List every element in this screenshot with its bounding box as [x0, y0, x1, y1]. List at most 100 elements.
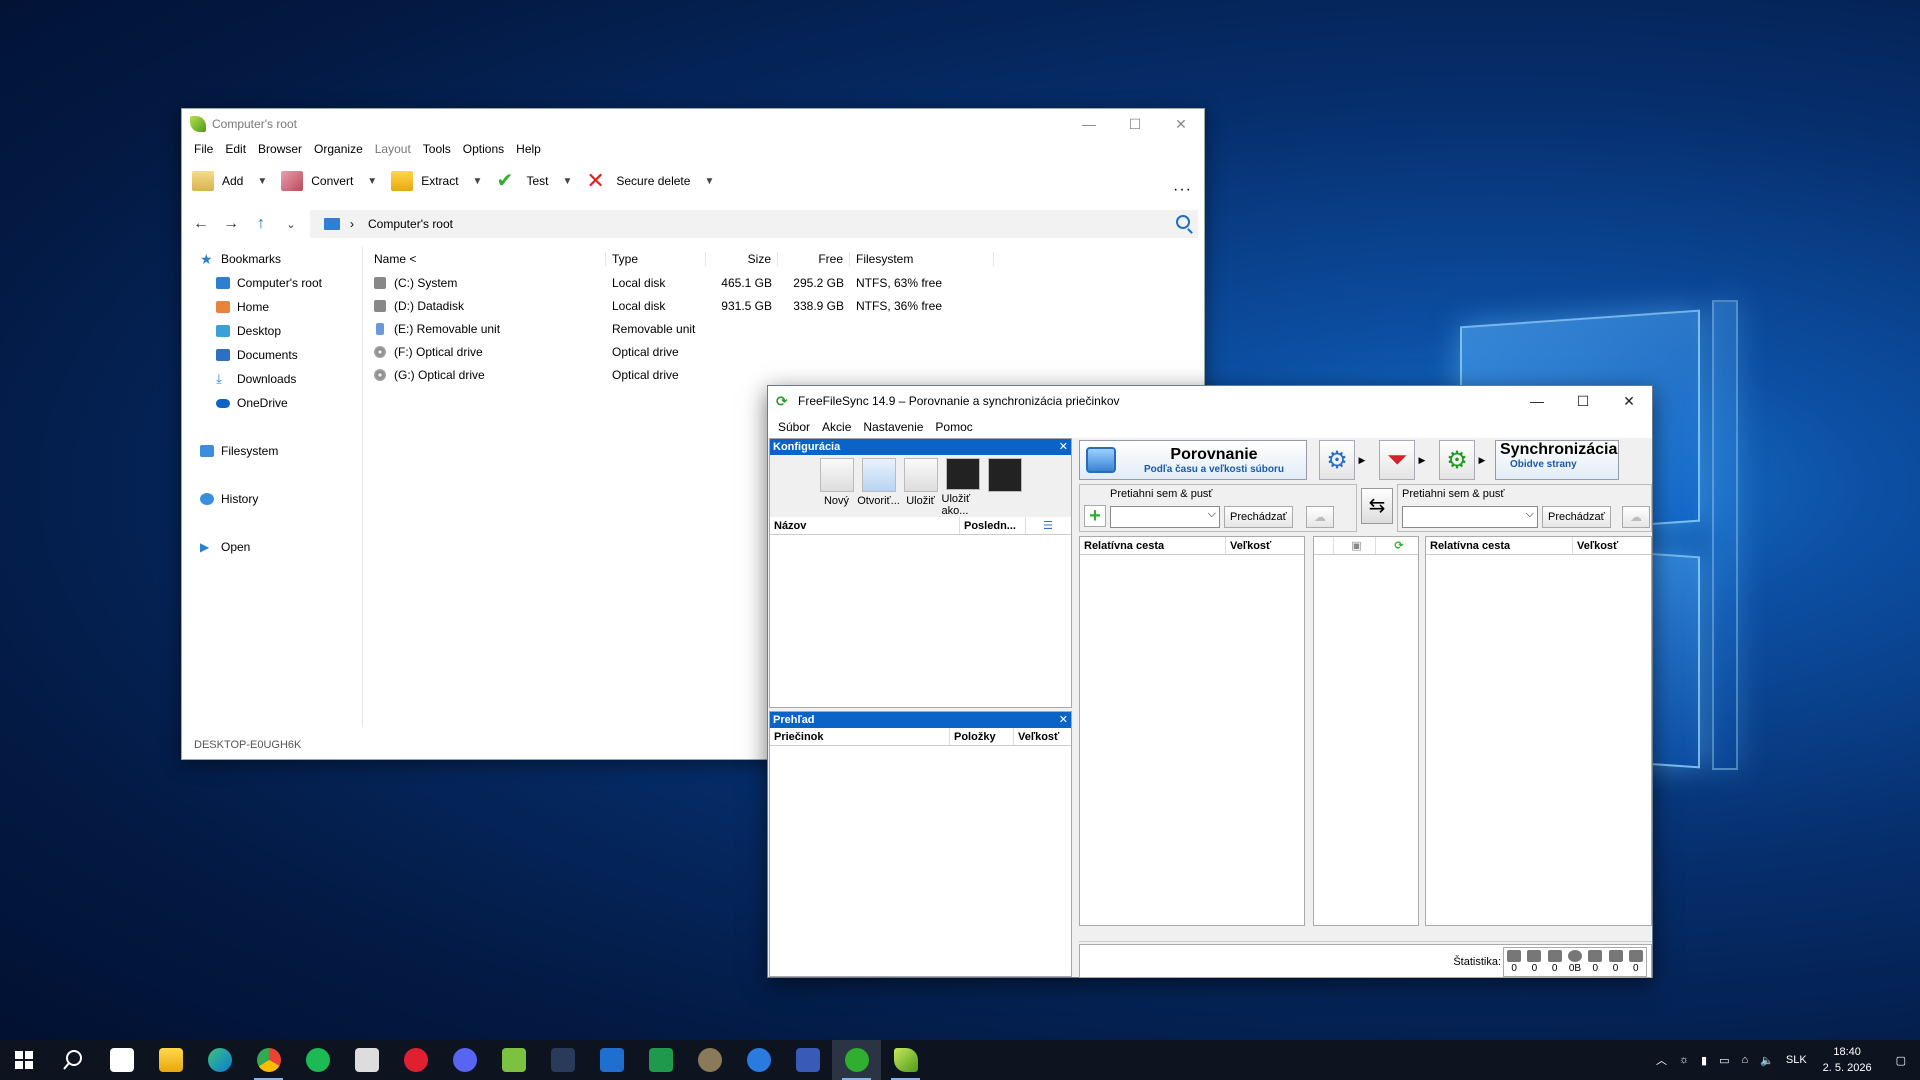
- sidebar-item-computers-root[interactable]: Computer's root: [182, 271, 362, 295]
- sidebar-bookmarks[interactable]: ★ Bookmarks: [182, 247, 362, 271]
- sidebar-item-onedrive[interactable]: OneDrive: [182, 391, 362, 415]
- minimize-button[interactable]: —: [1066, 109, 1112, 139]
- column-size[interactable]: Veľkosť: [1573, 537, 1651, 554]
- table-row[interactable]: (C:) System Local disk 465.1 GB 295.2 GB…: [368, 271, 1198, 294]
- menu-tools[interactable]: Tools: [417, 142, 457, 156]
- column-size[interactable]: Veľkosť: [1226, 537, 1304, 554]
- column-relative-path[interactable]: Relatívna cesta: [1080, 537, 1226, 554]
- menu-help[interactable]: Help: [510, 142, 547, 156]
- open-config-button[interactable]: Otvoriť...: [857, 458, 900, 517]
- column-name[interactable]: Name <: [368, 252, 606, 266]
- sidebar-history[interactable]: History: [182, 487, 362, 511]
- sidebar-item-documents[interactable]: Documents: [182, 343, 362, 367]
- column-filesystem[interactable]: Filesystem: [850, 252, 994, 266]
- right-file-grid[interactable]: Relatívna cesta Veľkosť: [1425, 536, 1652, 926]
- table-row[interactable]: (G:) Optical drive Optical drive: [368, 363, 1198, 386]
- sidebar-filesystem[interactable]: Filesystem: [182, 439, 362, 463]
- right-browse-button[interactable]: Prechádzať: [1542, 506, 1611, 528]
- column-items[interactable]: Položky: [950, 728, 1014, 745]
- chevron-down-icon[interactable]: ▼: [257, 176, 267, 187]
- menu-subor[interactable]: Súbor: [772, 420, 816, 434]
- chevron-down-icon[interactable]: ▼: [704, 176, 714, 187]
- checkbox-column[interactable]: [1314, 537, 1334, 554]
- more-options-button[interactable]: ···: [1173, 181, 1192, 199]
- extract-button[interactable]: Extract ▼: [391, 171, 482, 191]
- column-name[interactable]: Názov: [770, 517, 960, 534]
- taskbar-explorer[interactable]: [146, 1040, 195, 1080]
- secure-delete-button[interactable]: ✕ Secure delete ▼: [586, 170, 714, 192]
- language-indicator[interactable]: SLK: [1780, 1054, 1813, 1066]
- back-arrow-icon[interactable]: ←: [186, 215, 216, 233]
- menu-nastavenie[interactable]: Nastavenie: [857, 420, 929, 434]
- breadcrumb[interactable]: Computer's root: [368, 217, 453, 231]
- filter-button[interactable]: ⏷: [1379, 440, 1415, 480]
- chevron-down-icon[interactable]: ▼: [367, 176, 377, 187]
- chevron-down-icon[interactable]: ▼: [562, 176, 572, 187]
- add-button[interactable]: Add ▼: [192, 171, 267, 191]
- menu-file[interactable]: File: [188, 142, 219, 156]
- close-icon[interactable]: ✕: [1059, 712, 1068, 728]
- taskbar-discord[interactable]: [440, 1040, 489, 1080]
- menu-edit[interactable]: Edit: [219, 142, 252, 156]
- new-config-button[interactable]: Nový: [816, 458, 858, 517]
- cloud-icon[interactable]: ☁: [1622, 506, 1650, 528]
- taskbar-peazip[interactable]: [881, 1040, 930, 1080]
- left-file-grid[interactable]: Relatívna cesta Veľkosť: [1079, 536, 1305, 926]
- filter-dropdown[interactable]: ▶: [1417, 440, 1427, 480]
- close-button[interactable]: ✕: [1158, 109, 1204, 139]
- volume-icon[interactable]: 🔈: [1754, 1054, 1780, 1067]
- up-arrow-icon[interactable]: ↑: [246, 215, 276, 233]
- column-last[interactable]: Posledn...: [960, 517, 1026, 534]
- sidebar-item-home[interactable]: Home: [182, 295, 362, 319]
- chevron-down-icon[interactable]: ▼: [473, 176, 483, 187]
- save-as-config-button[interactable]: Uložiť ako...: [942, 458, 984, 517]
- taskbar-notepad[interactable]: [489, 1040, 538, 1080]
- taskbar-spotify[interactable]: [293, 1040, 342, 1080]
- close-button[interactable]: ✕: [1606, 386, 1652, 416]
- start-button[interactable]: [0, 1040, 48, 1080]
- sync-direction-icon[interactable]: ⟳: [1376, 537, 1418, 554]
- taskbar-search[interactable]: [48, 1040, 97, 1080]
- close-icon[interactable]: ✕: [1059, 439, 1068, 455]
- column-size[interactable]: Veľkosť: [1014, 728, 1070, 745]
- synchronize-button[interactable]: Synchronizácia Obidve strany: [1495, 440, 1619, 480]
- maximize-button[interactable]: ☐: [1112, 109, 1158, 139]
- sync-settings-button[interactable]: ⚙: [1439, 440, 1475, 480]
- right-folder-input[interactable]: [1402, 506, 1538, 528]
- column-relative-path[interactable]: Relatívna cesta: [1426, 537, 1573, 554]
- add-folder-pair-icon[interactable]: +: [1084, 505, 1106, 527]
- compare-settings-dropdown[interactable]: ▶: [1357, 440, 1367, 480]
- taskbar-store[interactable]: [97, 1040, 146, 1080]
- clock[interactable]: 18:40 2. 5. 2026: [1813, 1044, 1882, 1076]
- menu-options[interactable]: Options: [457, 142, 510, 156]
- taskbar-video-editor[interactable]: [342, 1040, 391, 1080]
- menu-layout[interactable]: Layout: [369, 142, 417, 156]
- camera-icon[interactable]: ▣: [1334, 537, 1376, 554]
- sidebar-item-downloads[interactable]: ⤓ Downloads: [182, 367, 362, 391]
- compare-button[interactable]: Porovnanie Podľa času a veľkosti súboru: [1079, 440, 1307, 480]
- menu-browser[interactable]: Browser: [252, 142, 308, 156]
- sidebar-item-desktop[interactable]: Desktop: [182, 319, 362, 343]
- cloud-icon[interactable]: ☁: [1306, 506, 1334, 528]
- menu-pomoc[interactable]: Pomoc: [929, 420, 978, 434]
- table-row[interactable]: (E:) Removable unit Removable unit: [368, 317, 1198, 340]
- save-batch-button[interactable]: [984, 458, 1026, 517]
- taskbar-opera[interactable]: [391, 1040, 440, 1080]
- taskbar-freefilesync[interactable]: [832, 1040, 881, 1080]
- test-button[interactable]: ✔ Test ▼: [496, 171, 572, 191]
- menu-organize[interactable]: Organize: [308, 142, 369, 156]
- save-config-button[interactable]: Uložiť: [900, 458, 942, 517]
- table-row[interactable]: (D:) Datadisk Local disk 931.5 GB 338.9 …: [368, 294, 1198, 317]
- notifications-icon[interactable]: ▢: [1882, 1054, 1920, 1067]
- column-free[interactable]: Free: [778, 252, 850, 266]
- usb-tray-icon[interactable]: ▮: [1695, 1054, 1713, 1067]
- table-row[interactable]: (F:) Optical drive Optical drive: [368, 340, 1198, 363]
- taskbar-excel[interactable]: [636, 1040, 685, 1080]
- taskbar-gimp[interactable]: [685, 1040, 734, 1080]
- taskbar-davinci[interactable]: [538, 1040, 587, 1080]
- horizontal-scrollbar[interactable]: [1079, 928, 1652, 942]
- address-box[interactable]: › Computer's root: [310, 210, 1198, 238]
- search-icon[interactable]: [1176, 215, 1190, 229]
- sync-settings-dropdown[interactable]: ▶: [1477, 440, 1487, 480]
- battery-icon[interactable]: ▭: [1713, 1054, 1735, 1067]
